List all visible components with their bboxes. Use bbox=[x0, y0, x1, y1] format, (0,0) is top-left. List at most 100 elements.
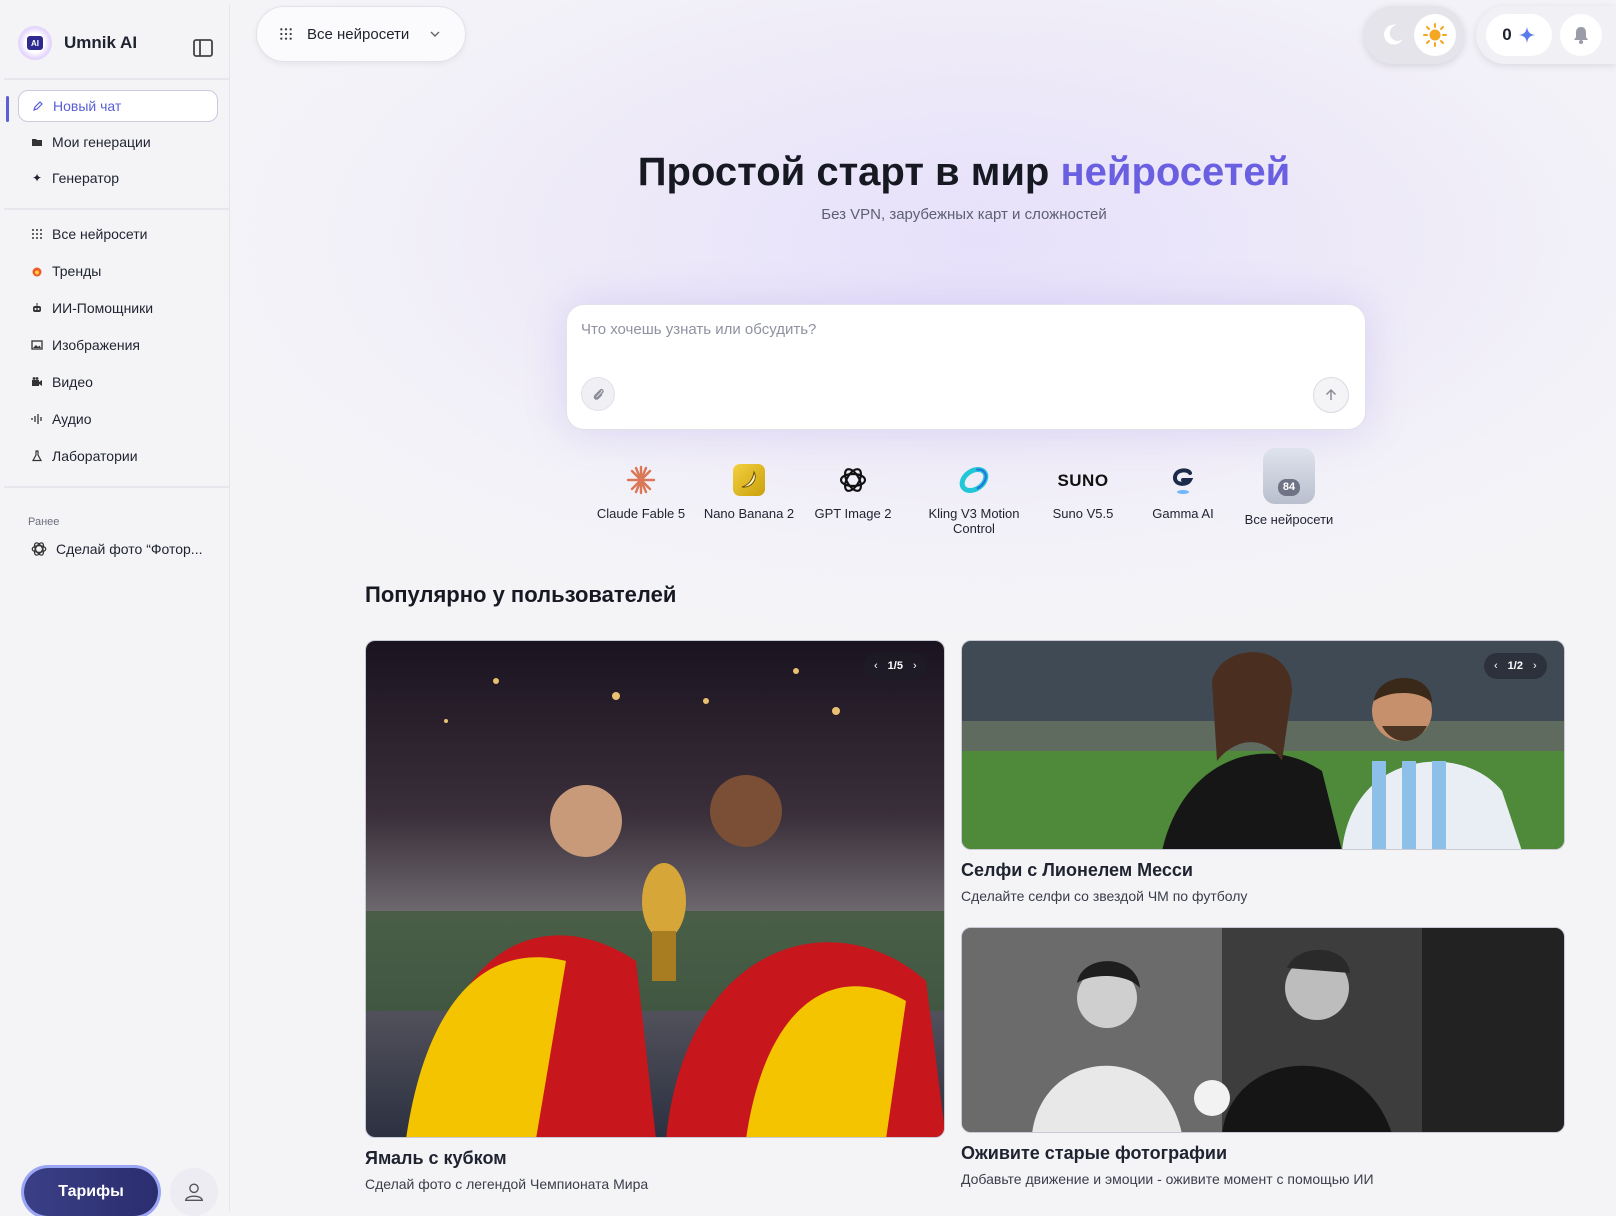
sidebar-toggle-icon[interactable] bbox=[192, 38, 214, 58]
chat-composer bbox=[566, 304, 1366, 430]
brand-name: Umnik AI bbox=[64, 33, 138, 52]
card-description: Добавьте движение и эмоции - оживите мом… bbox=[961, 1171, 1374, 1187]
video-camera-icon bbox=[30, 375, 44, 389]
card-title[interactable]: Оживите старые фотографии bbox=[961, 1143, 1227, 1164]
model-select-label: Все нейросети bbox=[307, 25, 410, 43]
model-gpt-image[interactable]: GPT Image 2 bbox=[798, 462, 908, 521]
sidebar-item-audio[interactable]: Аудио bbox=[18, 403, 218, 435]
nav-label: Лаборатории bbox=[52, 448, 138, 464]
image-icon bbox=[30, 338, 44, 352]
suno-logo: SUNO bbox=[1028, 462, 1138, 498]
prev-arrow-icon[interactable]: ‹ bbox=[874, 660, 878, 672]
credits-value: 0 bbox=[1502, 25, 1512, 44]
fire-icon bbox=[30, 264, 44, 278]
model-label: Nano Banana 2 bbox=[703, 506, 795, 521]
model-label: GPT Image 2 bbox=[814, 506, 892, 521]
selfie-image bbox=[962, 641, 1564, 849]
banana-icon bbox=[694, 462, 804, 498]
gamma-icon bbox=[1128, 462, 1238, 498]
claude-icon bbox=[586, 462, 696, 498]
kling-icon bbox=[914, 462, 1034, 498]
user-icon bbox=[184, 1183, 204, 1201]
chat-input[interactable] bbox=[581, 321, 1281, 338]
sidebar-item-images[interactable]: Изображения bbox=[18, 329, 218, 361]
audio-wave-icon bbox=[30, 412, 44, 426]
arrow-up-icon bbox=[1325, 388, 1337, 400]
robot-icon bbox=[30, 301, 44, 315]
sidebar-item-labs[interactable]: Лаборатории bbox=[18, 440, 218, 472]
pager-count: 1/2 bbox=[1507, 660, 1523, 672]
sidebar-item-video[interactable]: Видео bbox=[18, 366, 218, 398]
divider bbox=[4, 78, 230, 80]
sidebar-item-trends[interactable]: Тренды bbox=[18, 255, 218, 287]
card-description: Сделай фото с легендой Чемпионата Мира bbox=[365, 1176, 649, 1192]
nav-label: Видео bbox=[52, 374, 93, 390]
active-indicator bbox=[6, 96, 9, 122]
model-claude[interactable]: Claude Fable 5 bbox=[586, 462, 696, 521]
new-chat-button[interactable]: Новый чат bbox=[18, 90, 218, 122]
pen-icon bbox=[31, 99, 45, 113]
next-arrow-icon[interactable]: › bbox=[913, 660, 917, 672]
popular-section-title: Популярно у пользователей bbox=[365, 582, 677, 607]
nav-label: Аудио bbox=[52, 411, 92, 427]
hero-subtitle: Без VPN, зарубежных карт и сложностей bbox=[821, 206, 1107, 223]
tariffs-button[interactable]: Тарифы bbox=[24, 1168, 158, 1216]
history-item-label: Сделай фото “Фотор... bbox=[56, 541, 203, 557]
card-image-yamal[interactable]: ‹ 1/5 › bbox=[365, 640, 945, 1138]
pager-count: 1/5 bbox=[887, 660, 903, 672]
grid-icon bbox=[30, 227, 44, 241]
brand[interactable]: AI Umnik AI bbox=[18, 26, 137, 60]
chevron-down-icon bbox=[430, 31, 440, 37]
model-kling[interactable]: Kling V3 Motion Control bbox=[914, 462, 1034, 536]
notifications-button[interactable] bbox=[1560, 14, 1602, 56]
model-select-dropdown[interactable]: Все нейросети bbox=[256, 6, 466, 62]
card-image-messi[interactable]: ‹ 1/2 › bbox=[961, 640, 1565, 850]
all-models-icon: 84 bbox=[1263, 448, 1315, 504]
stadium-celebration-image bbox=[366, 641, 944, 1137]
hero-title: Простой старт в мир нейросетей bbox=[0, 150, 1616, 195]
nav-label: Изображения bbox=[52, 337, 140, 353]
model-nano-banana[interactable]: Nano Banana 2 bbox=[694, 462, 804, 521]
nav-label: Тренды bbox=[52, 263, 102, 279]
sun-icon[interactable] bbox=[1414, 14, 1456, 56]
next-arrow-icon[interactable]: › bbox=[1533, 660, 1537, 672]
prev-arrow-icon[interactable]: ‹ bbox=[1494, 660, 1498, 672]
model-label: Claude Fable 5 bbox=[596, 506, 686, 521]
history-item[interactable]: Сделай фото “Фотор... bbox=[30, 540, 202, 558]
profile-button[interactable] bbox=[170, 1168, 218, 1216]
nav-label: Мои генерации bbox=[52, 134, 151, 150]
logo-text: AI bbox=[27, 36, 43, 50]
moon-icon[interactable] bbox=[1378, 20, 1408, 50]
card-description: Сделайте селфи со звездой ЧМ по футболу bbox=[961, 888, 1248, 904]
model-gamma[interactable]: Gamma AI bbox=[1128, 462, 1238, 521]
image-pager[interactable]: ‹ 1/5 › bbox=[864, 653, 927, 679]
model-label: Kling V3 Motion Control bbox=[928, 506, 1020, 536]
top-right-controls: 0 bbox=[1476, 6, 1616, 64]
attach-button[interactable] bbox=[581, 377, 615, 411]
nav-label: Новый чат bbox=[53, 98, 122, 114]
credits-balance[interactable]: 0 bbox=[1486, 14, 1552, 56]
model-all[interactable]: 84 Все нейросети bbox=[1234, 448, 1344, 527]
bell-icon bbox=[1574, 27, 1588, 44]
send-button[interactable] bbox=[1313, 377, 1349, 413]
flask-icon bbox=[30, 449, 44, 463]
grid-icon bbox=[280, 28, 292, 40]
divider bbox=[4, 486, 230, 488]
old-photo-image bbox=[962, 928, 1564, 1132]
openai-icon bbox=[31, 542, 47, 556]
card-title[interactable]: Селфи с Лионелем Месси bbox=[961, 860, 1193, 881]
umnik-logo-icon: AI bbox=[18, 26, 52, 60]
model-suno[interactable]: SUNO Suno V5.5 bbox=[1028, 462, 1138, 522]
models-count: 84 bbox=[1277, 479, 1301, 496]
model-label: Gamma AI bbox=[1152, 506, 1214, 521]
hero-title-accent: нейросетей bbox=[1060, 150, 1291, 194]
model-label: Все нейросети bbox=[1244, 512, 1334, 527]
card-image-old-photos[interactable] bbox=[961, 927, 1565, 1133]
card-title[interactable]: Ямаль с кубком bbox=[365, 1148, 507, 1169]
sidebar-item-assistants[interactable]: ИИ-Помощники bbox=[18, 292, 218, 324]
paperclip-icon bbox=[593, 388, 604, 400]
theme-toggle[interactable] bbox=[1364, 6, 1464, 64]
nav-label: Все нейросети bbox=[52, 226, 148, 242]
model-label: Suno V5.5 bbox=[1052, 506, 1114, 521]
image-pager[interactable]: ‹ 1/2 › bbox=[1484, 653, 1547, 679]
